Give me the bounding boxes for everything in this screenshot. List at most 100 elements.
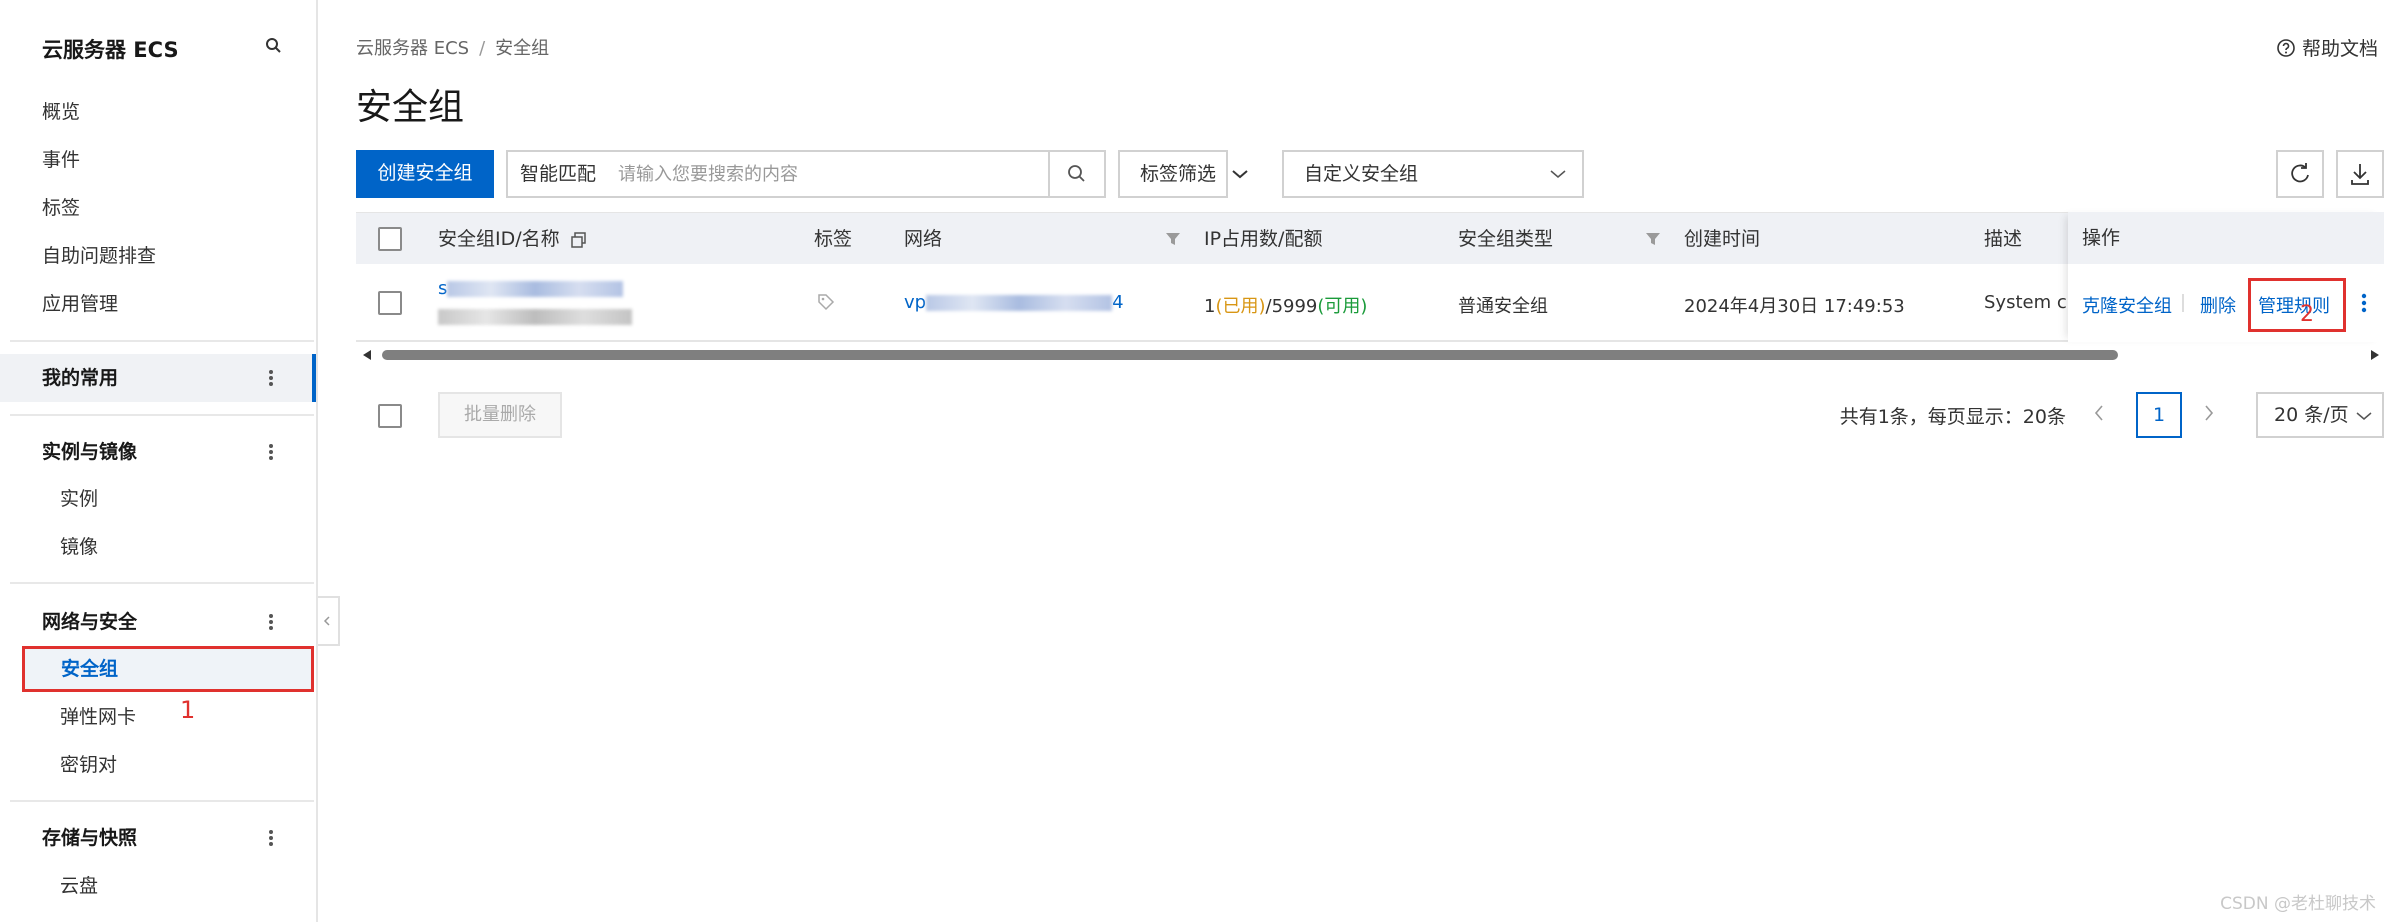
table-horizontal-scrollbar[interactable] <box>356 346 2384 364</box>
clone-security-group-link[interactable]: 克隆安全组 <box>2082 292 2172 318</box>
security-group-type: 普通安全组 <box>1458 296 1548 317</box>
description: System cre <box>1984 292 2068 313</box>
refresh-icon <box>2291 163 2309 183</box>
download-button[interactable] <box>2336 150 2384 198</box>
page-size-select[interactable]: 20 条/页 <box>2256 392 2384 438</box>
actions-header: 操作 <box>2068 212 2384 264</box>
tag-icon[interactable] <box>816 292 836 312</box>
search-bar: 智能匹配 <box>506 150 1106 198</box>
filter-icon[interactable] <box>1644 230 1662 248</box>
sidebar-group-storage[interactable]: 存储与快照 <box>0 814 316 862</box>
sidebar-group-favorites[interactable]: 我的常用 <box>0 354 316 402</box>
tag-filter-label: 标签筛选 <box>1140 163 1217 185</box>
column-header-network: 网络 <box>904 228 943 250</box>
sidebar-item-eni[interactable]: 弹性网卡 <box>60 697 320 737</box>
sidebar-item-disks[interactable]: 云盘 <box>60 866 320 906</box>
delete-link[interactable]: 删除 <box>2200 292 2236 318</box>
chevron-left-icon <box>2094 405 2103 421</box>
search-button[interactable] <box>1048 152 1104 196</box>
refresh-button[interactable] <box>2276 150 2324 198</box>
sidebar-collapse-toggle[interactable] <box>318 596 340 646</box>
footer-select-all-checkbox[interactable] <box>378 404 402 428</box>
sidebar-item-instances[interactable]: 实例 <box>60 479 320 519</box>
breadcrumb-root[interactable]: 云服务器 ECS <box>356 38 469 59</box>
redacted-name <box>438 309 632 325</box>
more-vertical-icon[interactable] <box>2360 292 2368 314</box>
sidebar-item-key-pairs[interactable]: 密钥对 <box>60 745 320 785</box>
pagination-total: 共有1条，每页显示：20条 <box>1839 406 2066 428</box>
arrow-left-icon[interactable] <box>360 348 374 362</box>
sidebar: 云服务器 ECS 概览 事件 标签 自助问题排查 应用管理 我的常用 实例与镜像… <box>0 0 318 922</box>
sidebar-group-instances-images[interactable]: 实例与镜像 <box>0 428 316 476</box>
ip-usage-cell: 1(已用)/5999(可用) <box>1204 292 1367 318</box>
help-docs-label: 帮助文档 <box>2301 38 2378 60</box>
security-group-id-link[interactable]: s <box>438 278 638 299</box>
sidebar-item-app-management[interactable]: 应用管理 <box>42 284 302 324</box>
watermark: CSDN @老杜聊技术 <box>2220 894 2376 914</box>
pagination-prev-button[interactable] <box>2076 392 2122 438</box>
manage-rules-link[interactable]: 管理规则 <box>2258 292 2330 318</box>
security-group-id-prefix: s <box>438 278 448 299</box>
more-icon[interactable] <box>268 828 274 848</box>
ip-available-label: (可用) <box>1317 296 1368 317</box>
page-title: 安全组 <box>356 87 465 128</box>
sidebar-item-security-groups[interactable]: 安全组 <box>22 646 314 692</box>
column-header-created: 创建时间 <box>1684 228 1761 250</box>
help-docs-link[interactable]: 帮助文档 <box>2276 34 2378 61</box>
chevron-left-icon <box>323 616 330 626</box>
copy-icon[interactable] <box>570 231 588 249</box>
create-security-group-button[interactable]: 创建安全组 <box>356 150 494 198</box>
sidebar-group-label: 我的常用 <box>42 367 119 389</box>
sidebar-divider <box>10 340 314 342</box>
ip-quota: /5999 <box>1265 296 1318 317</box>
redacted-id <box>447 281 624 297</box>
filter-icon[interactable] <box>1164 230 1182 248</box>
column-header-ip-usage: IP占用数/配额 <box>1204 228 1323 250</box>
tag-filter-dropdown[interactable]: 标签筛选 <box>1118 150 1248 198</box>
chevron-down-icon <box>1550 170 1566 178</box>
pagination-next-button[interactable] <box>2186 392 2232 438</box>
breadcrumb-separator: / <box>479 38 486 59</box>
sidebar-group-network-security[interactable]: 网络与安全 <box>0 598 316 646</box>
group-type-label: 自定义安全组 <box>1304 163 1419 185</box>
sidebar-title: 云服务器 ECS <box>42 38 179 62</box>
row-checkbox[interactable] <box>378 291 402 315</box>
search-mode-select[interactable]: 智能匹配 <box>508 152 608 196</box>
more-icon[interactable] <box>268 368 274 388</box>
sidebar-item-images[interactable]: 镜像 <box>60 527 320 567</box>
ip-used-count: 1 <box>1204 296 1216 317</box>
redacted-network <box>926 295 1113 311</box>
pagination-page-1[interactable]: 1 <box>2136 392 2182 438</box>
more-icon[interactable] <box>268 612 274 632</box>
ip-used-label: (已用) <box>1215 296 1266 317</box>
network-prefix: vp <box>904 292 927 313</box>
column-header-type: 安全组类型 <box>1458 228 1554 250</box>
sidebar-item-troubleshoot[interactable]: 自助问题排查 <box>42 236 302 276</box>
sidebar-group-label: 存储与快照 <box>42 827 138 849</box>
arrow-right-icon[interactable] <box>2368 348 2382 362</box>
column-header-tag: 标签 <box>814 228 853 250</box>
security-group-name <box>438 306 638 327</box>
search-icon[interactable] <box>264 36 284 56</box>
sidebar-item-tags[interactable]: 标签 <box>42 188 302 228</box>
column-header-label: 安全组ID/名称 <box>438 228 560 250</box>
batch-delete-button[interactable]: 批量删除 <box>438 392 562 438</box>
search-icon <box>1068 165 1085 182</box>
scrollbar-thumb[interactable] <box>382 350 2118 360</box>
group-type-dropdown[interactable]: 自定义安全组 <box>1282 150 1584 198</box>
chevron-right-icon <box>2205 405 2214 421</box>
actions-column: 操作 克隆安全组 删除 管理规则 2 <box>2068 212 2384 342</box>
more-icon[interactable] <box>268 442 274 462</box>
page-size-label: 20 条/页 <box>2274 404 2349 426</box>
column-header-id-name: 安全组ID/名称 <box>438 213 588 265</box>
breadcrumb-current: 安全组 <box>495 38 550 59</box>
search-input[interactable] <box>618 158 1038 190</box>
sidebar-item-overview[interactable]: 概览 <box>42 92 302 132</box>
sidebar-group-label: 网络与安全 <box>42 611 138 633</box>
network-link[interactable]: vp 4 <box>904 292 1124 313</box>
sidebar-item-label: 安全组 <box>61 658 119 680</box>
sidebar-item-events[interactable]: 事件 <box>42 140 302 180</box>
network-suffix: 4 <box>1112 292 1124 313</box>
select-all-checkbox[interactable] <box>378 227 402 251</box>
sidebar-divider <box>10 800 314 802</box>
